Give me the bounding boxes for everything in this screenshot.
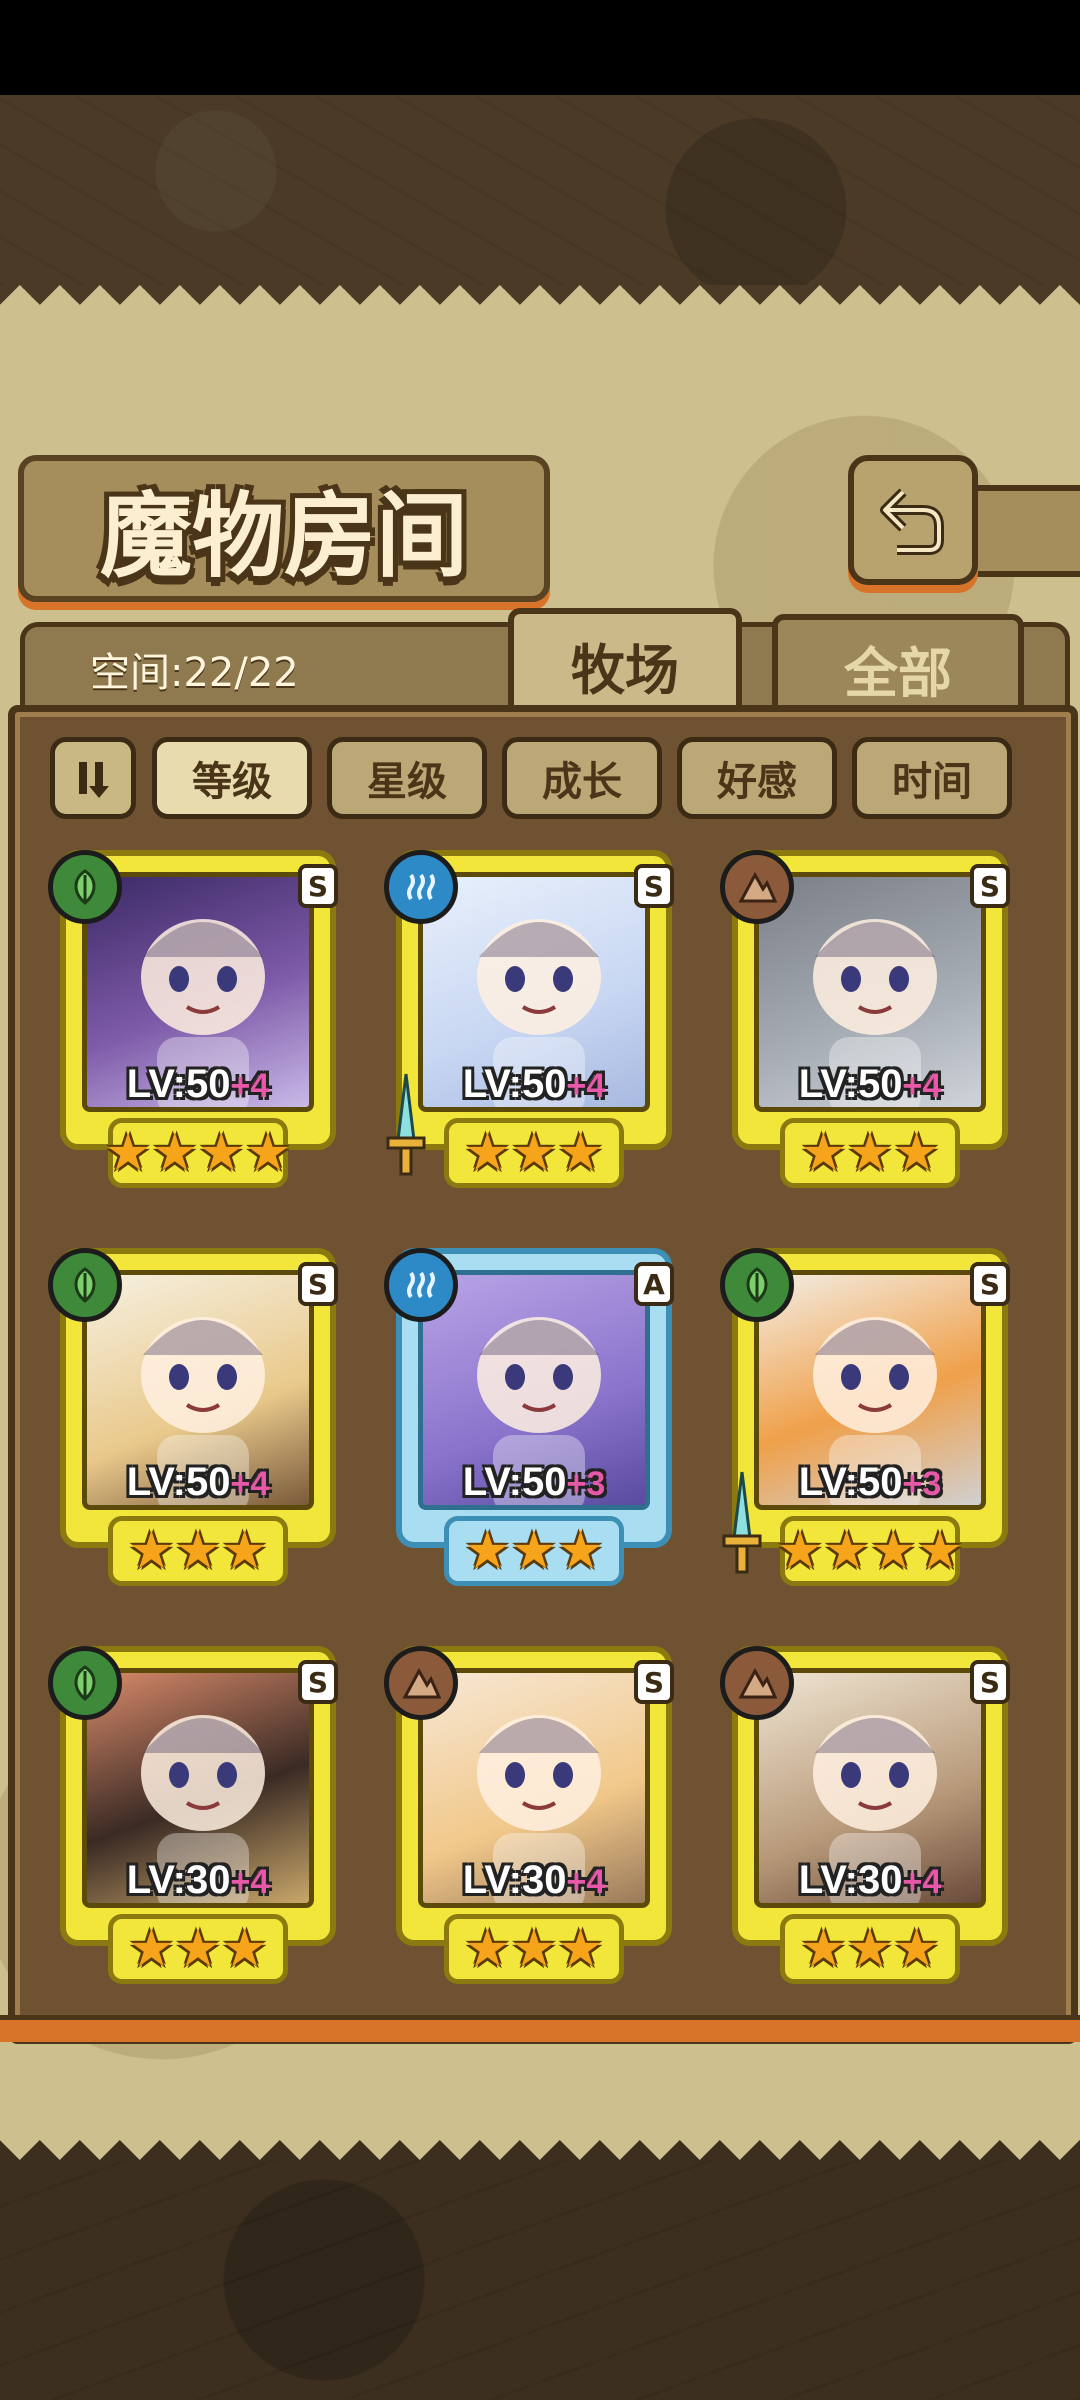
tab-all[interactable]: 全部 <box>772 614 1024 716</box>
filter-level[interactable]: 等级 <box>152 737 312 819</box>
rank-badge: S <box>298 1262 338 1306</box>
monster-card[interactable]: S LV:50+4 ★★★ <box>384 850 684 1190</box>
rank-badge: S <box>298 864 338 908</box>
level-label: LV:50+4 <box>760 1062 980 1107</box>
grass-element-icon <box>720 1248 794 1322</box>
back-button[interactable] <box>848 455 978 585</box>
level-label: LV:50+4 <box>424 1062 644 1107</box>
level-value: LV:50 <box>798 1460 903 1504</box>
torn-edge-bottom <box>0 2120 1080 2160</box>
sort-order-icon <box>79 762 109 798</box>
space-capacity: 空间:22/22 <box>90 650 299 696</box>
grass-element-icon <box>48 850 122 924</box>
rank-badge: S <box>970 1660 1010 1704</box>
sword-icon <box>722 1471 762 1574</box>
star-rating: ★★★ <box>444 1914 624 1984</box>
star-rating: ★★★ <box>444 1118 624 1188</box>
level-value: LV:50 <box>462 1062 567 1106</box>
panel-bottom-rail <box>0 2015 1080 2042</box>
level-value: LV:50 <box>798 1062 903 1106</box>
back-rail <box>970 485 1080 577</box>
rank-badge: S <box>634 1660 674 1704</box>
level-label: LV:30+4 <box>760 1858 980 1903</box>
monster-card[interactable]: S LV:30+4 ★★★ <box>48 1646 348 1986</box>
filter-affection[interactable]: 好感 <box>677 737 837 819</box>
level-value: LV:50 <box>462 1460 567 1504</box>
level-plus: +3 <box>902 1465 942 1503</box>
level-plus: +4 <box>230 1067 270 1105</box>
level-value: LV:30 <box>798 1858 903 1902</box>
earth-element-icon <box>384 1646 458 1720</box>
star-rating: ★★★★ <box>777 1516 963 1586</box>
star-rating: ★★★★ <box>105 1118 291 1188</box>
title-banner: 魔物房间 <box>18 455 550 602</box>
level-plus: +3 <box>566 1465 606 1503</box>
monster-card[interactable]: S LV:50+4 ★★★★ <box>48 850 348 1190</box>
level-label: LV:50+4 <box>88 1062 308 1107</box>
rank-badge: S <box>634 864 674 908</box>
map-background-top <box>0 95 1080 285</box>
level-label: LV:50+3 <box>424 1460 644 1505</box>
monster-card[interactable]: S LV:50+4 ★★★ <box>720 850 1020 1190</box>
monster-card[interactable]: S LV:30+4 ★★★ <box>720 1646 1020 1986</box>
level-plus: +4 <box>566 1863 606 1901</box>
star-rating: ★★★ <box>108 1914 288 1984</box>
tab-ranch[interactable]: 牧场 <box>508 608 742 716</box>
status-bar <box>0 0 1080 95</box>
star-rating: ★★★ <box>780 1118 960 1188</box>
level-value: LV:30 <box>462 1858 567 1902</box>
level-label: LV:50+4 <box>88 1460 308 1505</box>
star-rating: ★★★ <box>780 1914 960 1984</box>
rank-badge: S <box>298 1660 338 1704</box>
earth-element-icon <box>720 850 794 924</box>
level-plus: +4 <box>230 1863 270 1901</box>
sort-order-toggle[interactable] <box>50 737 136 819</box>
monster-card[interactable]: S LV:50+3 ★★★★ <box>720 1248 1020 1588</box>
grass-element-icon <box>48 1248 122 1322</box>
water-element-icon <box>384 850 458 924</box>
filter-growth[interactable]: 成长 <box>502 737 662 819</box>
level-plus: +4 <box>902 1863 942 1901</box>
earth-element-icon <box>720 1646 794 1720</box>
level-label: LV:30+4 <box>88 1858 308 1903</box>
level-plus: +4 <box>230 1465 270 1503</box>
torn-edge-top <box>0 285 1080 325</box>
level-label: LV:50+3 <box>760 1460 980 1505</box>
level-plus: +4 <box>902 1067 942 1105</box>
monster-card[interactable]: S LV:50+4 ★★★ <box>48 1248 348 1588</box>
star-rating: ★★★ <box>444 1516 624 1586</box>
level-label: LV:30+4 <box>424 1858 644 1903</box>
level-value: LV:50 <box>126 1062 231 1106</box>
rank-badge: A <box>634 1262 674 1306</box>
level-value: LV:50 <box>126 1460 231 1504</box>
monster-card[interactable]: S LV:30+4 ★★★ <box>384 1646 684 1986</box>
level-value: LV:30 <box>126 1858 231 1902</box>
monster-card[interactable]: A LV:50+3 ★★★ <box>384 1248 684 1588</box>
return-arrow-icon <box>880 488 944 555</box>
filter-stars[interactable]: 星级 <box>327 737 487 819</box>
level-plus: +4 <box>566 1067 606 1105</box>
star-rating: ★★★ <box>108 1516 288 1586</box>
rank-badge: S <box>970 864 1010 908</box>
page-title: 魔物房间 <box>99 482 468 590</box>
rank-badge: S <box>970 1262 1010 1306</box>
grass-element-icon <box>48 1646 122 1720</box>
map-background-bottom <box>0 2160 1080 2400</box>
filter-time[interactable]: 时间 <box>852 737 1012 819</box>
water-element-icon <box>384 1248 458 1322</box>
sword-icon <box>386 1073 426 1176</box>
